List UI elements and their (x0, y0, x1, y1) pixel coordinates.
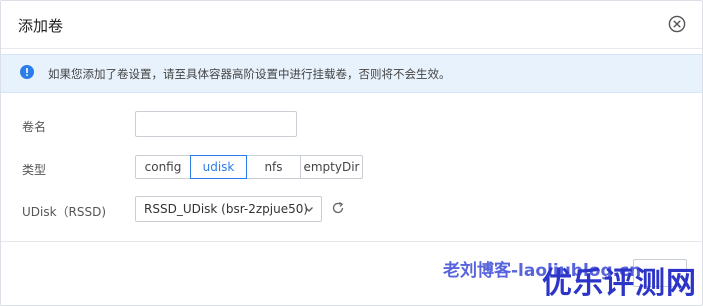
udisk-select-value: RSSD_UDisk (bsr-2zpjue50) (144, 202, 309, 216)
type-option-nfs[interactable]: nfs (246, 155, 301, 179)
volume-name-label: 卷名 (22, 120, 47, 134)
watermark-logo: 优乐评测网 (542, 266, 697, 301)
udisk-select[interactable]: RSSD_UDisk (bsr-2zpjue50) (135, 196, 322, 222)
refresh-icon[interactable] (331, 201, 345, 215)
type-option-udisk[interactable]: udisk (190, 155, 247, 179)
footer-divider (1, 241, 702, 242)
info-icon (20, 65, 34, 79)
notice-text: 如果您添加了卷设置，请至具体容器高阶设置中进行挂载卷，否则将不会生效。 (48, 67, 451, 81)
type-label: 类型 (22, 163, 47, 177)
volume-name-input[interactable] (135, 111, 297, 137)
type-option-config[interactable]: config (135, 155, 191, 179)
dialog-title: 添加卷 (18, 17, 64, 35)
type-option-emptydir[interactable]: emptyDir (300, 155, 363, 179)
type-segmented-control: config udisk nfs emptyDir (135, 155, 363, 179)
notice-banner: 如果您添加了卷设置，请至具体容器高阶设置中进行挂载卷，否则将不会生效。 (1, 54, 702, 93)
dialog-header: 添加卷 (1, 1, 702, 49)
chevron-down-icon (305, 207, 313, 212)
udisk-label: UDisk（RSSD) (22, 205, 107, 219)
close-icon[interactable] (668, 15, 686, 33)
